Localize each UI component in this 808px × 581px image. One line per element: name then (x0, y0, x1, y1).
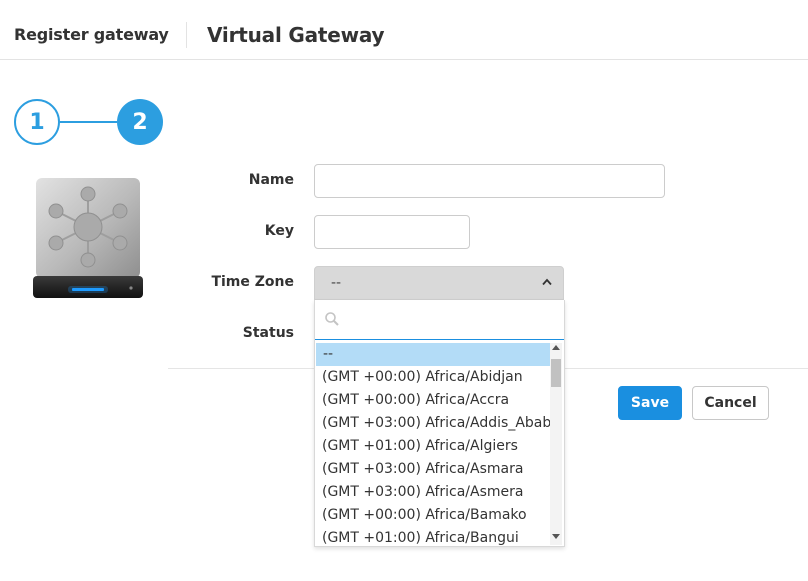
stepper-connector (60, 121, 117, 123)
scroll-up-arrow-icon[interactable] (552, 345, 560, 350)
timezone-dropdown: -- (GMT +00:00) Africa/Abidjan (GMT +00:… (314, 300, 565, 547)
step-2: 2 (117, 99, 163, 145)
timezone-option[interactable]: -- (316, 343, 551, 366)
header-divider (186, 22, 187, 48)
key-input[interactable] (314, 215, 470, 249)
name-label: Name (248, 172, 294, 188)
name-input[interactable] (314, 164, 665, 198)
page-header: Register gateway Virtual Gateway (0, 0, 808, 60)
timezone-option[interactable]: (GMT +01:00) Africa/Bangui (315, 527, 551, 546)
timezone-options-list: -- (GMT +00:00) Africa/Abidjan (GMT +00:… (315, 343, 560, 546)
timezone-option[interactable]: (GMT +03:00) Africa/Asmara (315, 458, 551, 481)
scroll-down-arrow-icon[interactable] (552, 534, 560, 539)
timezone-option[interactable]: (GMT +00:00) Africa/Accra (315, 389, 551, 412)
gateway-device-icon (33, 178, 143, 298)
breadcrumb-register-gateway[interactable]: Register gateway (14, 25, 169, 44)
timezone-option[interactable]: (GMT +01:00) Africa/Algiers (315, 435, 551, 458)
timezone-option[interactable]: (GMT +00:00) Africa/Bamako (315, 504, 551, 527)
timezone-label: Time Zone (211, 274, 294, 290)
dropdown-search-input[interactable] (345, 306, 555, 334)
key-label: Key (264, 223, 294, 239)
timezone-selected-value: -- (331, 275, 342, 291)
dropdown-search (315, 300, 564, 340)
scrollbar-thumb[interactable] (551, 359, 561, 387)
timezone-option[interactable]: (GMT +03:00) Africa/Asmera (315, 481, 551, 504)
chevron-up-icon (542, 278, 552, 286)
save-button[interactable]: Save (618, 386, 682, 420)
timezone-select[interactable]: -- (314, 266, 564, 300)
timezone-option[interactable]: (GMT +03:00) Africa/Addis_Ababa (315, 412, 560, 435)
search-icon (325, 312, 339, 326)
status-label: Status (242, 325, 294, 341)
step-1[interactable]: 1 (14, 99, 60, 145)
timezone-option[interactable]: (GMT +00:00) Africa/Abidjan (315, 366, 551, 389)
dropdown-scrollbar[interactable] (550, 343, 562, 545)
cancel-button[interactable]: Cancel (692, 386, 769, 420)
page-title: Virtual Gateway (207, 23, 385, 47)
